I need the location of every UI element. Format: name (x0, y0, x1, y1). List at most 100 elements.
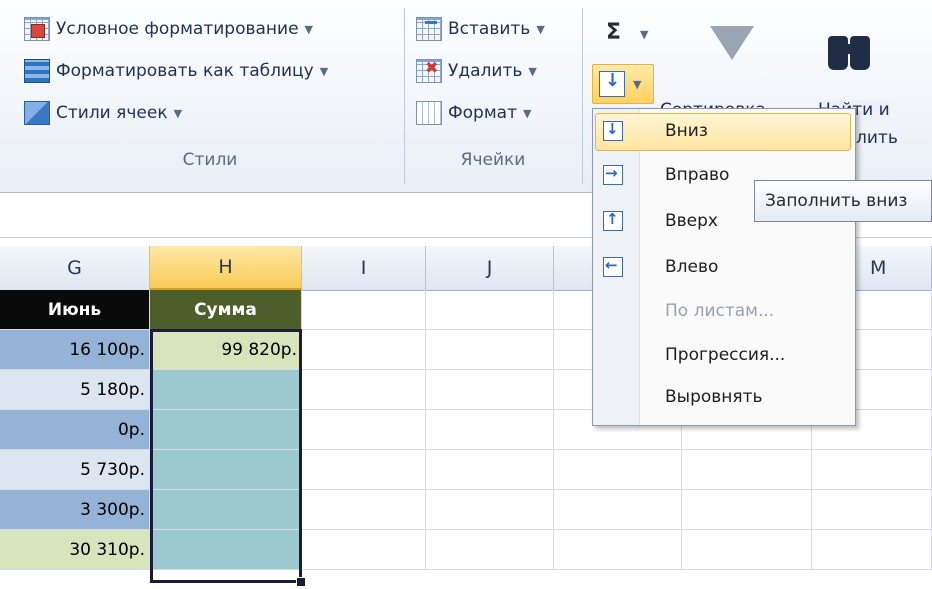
menu-item-left[interactable]: Влево (593, 247, 855, 289)
empty-cell[interactable] (426, 530, 554, 570)
june-value-cell[interactable]: 30 310р. (0, 530, 150, 570)
june-value-cell[interactable]: 5 730р. (0, 450, 150, 490)
group-separator (404, 8, 405, 184)
binoculars-lens (850, 36, 870, 70)
menu-item-label: Выровнять (665, 387, 763, 407)
empty-cell[interactable] (682, 450, 812, 490)
header-cell-sum[interactable]: Сумма (150, 290, 302, 330)
empty-cell[interactable] (302, 530, 426, 570)
chevron-down-icon: ▼ (522, 106, 532, 120)
empty-cell[interactable] (302, 290, 426, 330)
menu-item-label: По листам... (665, 301, 775, 321)
column-header-i[interactable]: I (302, 246, 426, 290)
delete-icon (416, 58, 442, 83)
header-cell-june[interactable]: Июнь (0, 290, 150, 330)
cell-styles-button[interactable]: Стили ячеек ▼ (24, 98, 182, 128)
menu-item-series[interactable]: Прогрессия... (593, 335, 855, 377)
tooltip: Заполнить вниз (754, 180, 932, 222)
conditional-formatting-label: Условное форматирование (56, 19, 299, 39)
chevron-down-icon: ▼ (173, 106, 183, 120)
empty-cell[interactable] (426, 330, 554, 370)
empty-cell[interactable] (812, 490, 932, 530)
funnel-icon (710, 26, 754, 60)
menu-item-across-sheets: По листам... (593, 291, 855, 333)
column-header-j[interactable]: J (426, 246, 554, 290)
empty-cell[interactable] (554, 450, 682, 490)
delete-button[interactable]: Удалить ▼ (416, 56, 537, 86)
column-header-h[interactable]: H (150, 246, 302, 290)
june-value-cell[interactable]: 5 180р. (0, 370, 150, 410)
sum-value-cell[interactable] (150, 370, 302, 410)
sum-value-cell[interactable] (150, 530, 302, 570)
fill-down-icon (599, 70, 625, 97)
sum-value-cell[interactable]: 99 820р. (150, 330, 302, 370)
find-select-button[interactable] (820, 18, 880, 78)
empty-cell[interactable] (426, 290, 554, 330)
styles-group-label: Стили (182, 150, 238, 170)
chevron-down-icon[interactable]: ▼ (640, 28, 648, 41)
cell-styles-icon (24, 101, 50, 125)
empty-cell[interactable] (426, 490, 554, 530)
menu-item-label: Вниз (665, 121, 708, 141)
format-as-table-button[interactable]: Форматировать как таблицу ▼ (24, 56, 328, 86)
chevron-down-icon: ▼ (304, 22, 314, 36)
find-select-label-2: лить (856, 128, 898, 148)
menu-item-highlight (595, 113, 851, 151)
arrow-up-icon (603, 210, 623, 231)
empty-cell[interactable] (302, 450, 426, 490)
empty-cell[interactable] (426, 370, 554, 410)
menu-item-label: Влево (665, 257, 719, 277)
june-value-cell[interactable]: 0р. (0, 410, 150, 450)
cell-styles-label: Стили ячеек (56, 103, 168, 123)
empty-cell[interactable] (812, 450, 932, 490)
format-label: Формат (448, 103, 517, 123)
conditional-formatting-button[interactable]: Условное форматирование ▼ (24, 14, 313, 44)
empty-cell[interactable] (682, 530, 812, 570)
menu-item-label: Вверх (665, 211, 718, 231)
format-button[interactable]: Формат ▼ (416, 98, 531, 128)
insert-label: Вставить (448, 19, 531, 39)
june-value-cell[interactable]: 16 100р. (0, 330, 150, 370)
june-value-cell[interactable]: 3 300р. (0, 490, 150, 530)
sum-value-cell[interactable] (150, 450, 302, 490)
fill-button[interactable]: ▼ (592, 64, 654, 104)
empty-cell[interactable] (302, 370, 426, 410)
empty-cell[interactable] (554, 530, 682, 570)
chevron-down-icon: ▼ (536, 22, 545, 36)
sum-value-cell[interactable] (150, 490, 302, 530)
arrow-left-icon (603, 256, 623, 277)
format-as-table-icon (24, 59, 50, 83)
empty-cell[interactable] (302, 330, 426, 370)
menu-item-label: Вправо (665, 165, 730, 185)
format-icon (416, 101, 442, 125)
empty-cell[interactable] (302, 490, 426, 530)
insert-button[interactable]: Вставить ▼ (416, 14, 545, 44)
insert-icon (416, 17, 442, 41)
empty-cell[interactable] (426, 450, 554, 490)
empty-cell[interactable] (426, 410, 554, 450)
group-separator (582, 8, 583, 184)
cells-group-label: Ячейки (460, 150, 526, 170)
fill-menu: Вниз Вправо Вверх Влево По листам... Про… (592, 108, 856, 426)
empty-cell[interactable] (812, 530, 932, 570)
format-as-table-label: Форматировать как таблицу (56, 61, 314, 81)
menu-item-justify[interactable]: Выровнять (593, 377, 855, 419)
delete-label: Удалить (448, 61, 523, 81)
autosum-button[interactable]: Σ (606, 20, 621, 45)
conditional-formatting-icon (24, 17, 50, 41)
table-row: 3 300р. (0, 490, 932, 530)
chevron-down-icon: ▼ (528, 64, 537, 78)
sum-value-cell[interactable] (150, 410, 302, 450)
menu-item-down[interactable]: Вниз (593, 111, 855, 153)
arrow-down-icon (603, 120, 623, 141)
sort-filter-button[interactable] (680, 18, 760, 88)
table-row: 5 730р. (0, 450, 932, 490)
empty-cell[interactable] (682, 490, 812, 530)
menu-item-label: Прогрессия... (665, 345, 786, 365)
fill-handle[interactable] (296, 577, 306, 587)
arrow-right-icon (603, 164, 623, 185)
column-header-g[interactable]: G (0, 246, 150, 290)
empty-cell[interactable] (554, 490, 682, 530)
empty-cell[interactable] (302, 410, 426, 450)
table-row: 30 310р. (0, 530, 932, 570)
